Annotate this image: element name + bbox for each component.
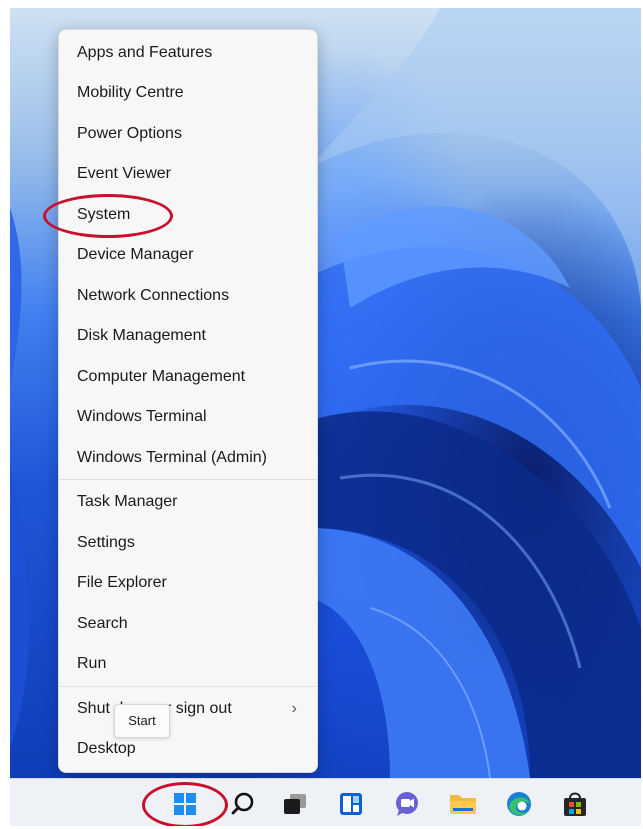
- store-icon[interactable]: [560, 789, 590, 819]
- menu-item-desktop[interactable]: Desktop: [59, 729, 317, 769]
- menu-item-task-manager[interactable]: Task Manager: [59, 482, 317, 522]
- menu-item-power-options[interactable]: Power Options: [59, 114, 317, 154]
- search-icon[interactable]: [228, 789, 258, 819]
- menu-item-windows-terminal-admin[interactable]: Windows Terminal (Admin): [59, 438, 317, 478]
- menu-item-event-viewer[interactable]: Event Viewer: [59, 154, 317, 194]
- menu-item-shut-down-or-sign-out[interactable]: Shut down or sign out ›: [59, 689, 317, 729]
- desktop-screen: Apps and Features Mobility Centre Power …: [10, 8, 641, 826]
- menu-item-network-connections[interactable]: Network Connections: [59, 276, 317, 316]
- menu-item-settings[interactable]: Settings: [59, 523, 317, 563]
- start-icon[interactable]: [170, 789, 200, 819]
- menu-separator: [59, 686, 317, 687]
- widgets-icon[interactable]: [336, 789, 366, 819]
- menu-item-windows-terminal[interactable]: Windows Terminal: [59, 397, 317, 437]
- menu-item-device-manager[interactable]: Device Manager: [59, 235, 317, 275]
- taskbar: [10, 778, 641, 826]
- menu-item-disk-management[interactable]: Disk Management: [59, 316, 317, 356]
- chevron-right-icon: ›: [291, 700, 297, 717]
- menu-item-file-explorer[interactable]: File Explorer: [59, 563, 317, 603]
- menu-item-run[interactable]: Run: [59, 644, 317, 684]
- menu-item-mobility-centre[interactable]: Mobility Centre: [59, 73, 317, 113]
- menu-item-search[interactable]: Search: [59, 604, 317, 644]
- start-tooltip: Start: [114, 704, 170, 738]
- quick-link-menu: Apps and Features Mobility Centre Power …: [58, 29, 318, 773]
- menu-item-apps-and-features[interactable]: Apps and Features: [59, 33, 317, 73]
- menu-item-system[interactable]: System: [59, 195, 317, 235]
- file-explorer-icon[interactable]: [448, 789, 478, 819]
- menu-separator: [59, 479, 317, 480]
- chat-icon[interactable]: [392, 789, 422, 819]
- menu-item-computer-management[interactable]: Computer Management: [59, 357, 317, 397]
- task-view-icon[interactable]: [280, 789, 310, 819]
- edge-icon[interactable]: [504, 789, 534, 819]
